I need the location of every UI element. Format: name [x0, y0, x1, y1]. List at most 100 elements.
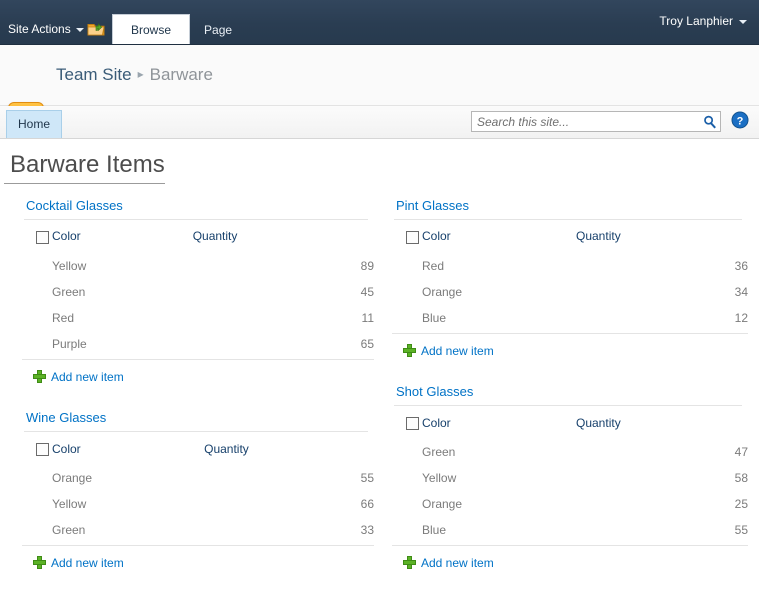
- select-all-checkbox[interactable]: [36, 230, 49, 244]
- ribbon-tab-browse[interactable]: Browse: [112, 14, 191, 44]
- table-row[interactable]: Green 45: [22, 279, 374, 305]
- row-checkbox-cell[interactable]: [392, 516, 422, 546]
- row-checkbox-cell[interactable]: [22, 279, 52, 305]
- table-row[interactable]: Yellow 66: [22, 491, 374, 517]
- user-menu[interactable]: Troy Lanphier: [659, 14, 747, 28]
- column-header-color[interactable]: Color: [52, 432, 204, 464]
- search-box[interactable]: Search this site...: [471, 111, 721, 132]
- search-input[interactable]: Search this site...: [472, 115, 700, 129]
- webpart-column-right: Pint Glasses Color Quantity Red 36 Orang…: [374, 198, 748, 596]
- table-row[interactable]: Red 36: [392, 253, 748, 279]
- cell-quantity: 58: [734, 470, 748, 485]
- table-row[interactable]: Green 47: [392, 439, 748, 465]
- row-checkbox-cell[interactable]: [22, 516, 52, 546]
- list-table-pint-glasses: Color Quantity Red 36 Orange 34 Blue 12: [392, 220, 748, 334]
- site-actions-label: Site Actions: [8, 22, 71, 36]
- plus-icon: [33, 556, 46, 569]
- cell-color[interactable]: Orange: [422, 491, 576, 517]
- breadcrumb: Team Site ▸ Barware: [56, 65, 213, 85]
- navigate-up-folder-icon[interactable]: [87, 21, 105, 37]
- site-actions-menu[interactable]: Site Actions: [8, 22, 84, 36]
- row-checkbox-cell[interactable]: [392, 304, 422, 334]
- column-header-quantity[interactable]: Quantity: [193, 220, 374, 252]
- add-new-item-pint-glasses[interactable]: Add new item: [392, 334, 748, 357]
- column-header-color[interactable]: Color: [52, 220, 193, 252]
- table-row[interactable]: Red 11: [22, 305, 374, 331]
- table-row[interactable]: Purple 65: [22, 330, 374, 360]
- table-row[interactable]: Blue 55: [392, 516, 748, 546]
- row-checkbox-cell[interactable]: [22, 491, 52, 517]
- row-checkbox-cell[interactable]: [392, 279, 422, 305]
- svg-text:?: ?: [737, 115, 744, 127]
- select-all-checkbox[interactable]: [406, 416, 419, 430]
- cell-color[interactable]: Yellow: [52, 253, 193, 279]
- table-row[interactable]: Green 33: [22, 516, 374, 546]
- webpart-title-cocktail-glasses[interactable]: Cocktail Glasses: [22, 198, 374, 219]
- select-all-header: [392, 220, 422, 252]
- row-checkbox-cell[interactable]: [392, 491, 422, 517]
- cell-color[interactable]: Orange: [422, 279, 576, 305]
- list-table-cocktail-glasses: Color Quantity Yellow 89 Green 45 Red 11…: [22, 220, 374, 360]
- top-navigation-row: Home Search this site... ?: [0, 106, 759, 139]
- cell-quantity: 25: [734, 496, 748, 511]
- help-question-icon[interactable]: ?: [731, 111, 749, 129]
- select-all-header: [22, 432, 52, 464]
- column-header-color[interactable]: Color: [422, 220, 576, 252]
- page-title-wrap: Barware Items: [0, 139, 759, 185]
- breadcrumb-site-link[interactable]: Team Site: [56, 65, 132, 84]
- column-header-quantity[interactable]: Quantity: [576, 220, 748, 252]
- cell-quantity: 55: [360, 470, 374, 485]
- table-row[interactable]: Orange 55: [22, 465, 374, 491]
- table-row[interactable]: Blue 12: [392, 304, 748, 334]
- add-new-item-label: Add new item: [51, 369, 124, 384]
- search-icon[interactable]: [700, 113, 720, 130]
- cell-color[interactable]: Orange: [52, 465, 204, 491]
- table-row[interactable]: Yellow 58: [392, 465, 748, 491]
- column-header-quantity[interactable]: Quantity: [576, 406, 748, 438]
- row-checkbox-cell[interactable]: [22, 253, 52, 279]
- row-checkbox-cell[interactable]: [22, 305, 52, 331]
- table-row[interactable]: Orange 25: [392, 491, 748, 517]
- cell-color[interactable]: Green: [422, 439, 576, 465]
- cell-quantity: 12: [576, 304, 748, 334]
- plus-icon: [403, 556, 416, 569]
- cell-color[interactable]: Yellow: [52, 491, 204, 517]
- cell-quantity: 11: [361, 310, 374, 325]
- cell-color[interactable]: Purple: [52, 330, 193, 360]
- add-new-item-cocktail-glasses[interactable]: Add new item: [22, 360, 374, 384]
- cell-quantity: 55: [576, 516, 748, 546]
- webpart-title-pint-glasses[interactable]: Pint Glasses: [392, 198, 748, 219]
- cell-color[interactable]: Green: [52, 279, 193, 305]
- cell-color[interactable]: Green: [52, 516, 205, 546]
- webpart-title-wine-glasses[interactable]: Wine Glasses: [22, 410, 374, 431]
- cell-color[interactable]: Blue: [422, 516, 576, 546]
- table-row[interactable]: Orange 34: [392, 279, 748, 305]
- select-all-header: [392, 406, 422, 438]
- user-name-label: Troy Lanphier: [659, 14, 733, 28]
- webpart-title-shot-glasses[interactable]: Shot Glasses: [392, 384, 748, 405]
- nav-tab-home[interactable]: Home: [6, 110, 63, 138]
- row-checkbox-cell[interactable]: [392, 465, 422, 491]
- column-header-quantity[interactable]: Quantity: [204, 432, 374, 464]
- cell-color[interactable]: Blue: [422, 304, 576, 334]
- cell-quantity: 34: [734, 284, 748, 299]
- add-new-item-shot-glasses[interactable]: Add new item: [392, 546, 748, 570]
- webpart-shot-glasses: Shot Glasses Color Quantity Green 47 Yel…: [392, 384, 748, 570]
- row-checkbox-cell[interactable]: [22, 330, 52, 360]
- cell-color[interactable]: Red: [422, 253, 576, 279]
- row-checkbox-cell[interactable]: [392, 253, 422, 279]
- ribbon-tab-browse-label: Browse: [131, 23, 172, 37]
- add-new-item-wine-glasses[interactable]: Add new item: [22, 546, 374, 570]
- cell-color[interactable]: Red: [52, 305, 193, 331]
- ribbon-tab-page[interactable]: Page: [190, 15, 246, 44]
- ribbon-bar: Site Actions Browse Page Troy Lanphier: [0, 0, 759, 45]
- cell-quantity: 47: [734, 444, 748, 459]
- cell-color[interactable]: Yellow: [422, 465, 576, 491]
- select-all-checkbox[interactable]: [36, 442, 49, 456]
- row-checkbox-cell[interactable]: [22, 465, 52, 491]
- select-all-checkbox[interactable]: [406, 230, 419, 244]
- table-row[interactable]: Yellow 89: [22, 253, 374, 279]
- table-header-row: Color Quantity: [392, 406, 748, 438]
- row-checkbox-cell[interactable]: [392, 439, 422, 465]
- column-header-color[interactable]: Color: [422, 406, 576, 438]
